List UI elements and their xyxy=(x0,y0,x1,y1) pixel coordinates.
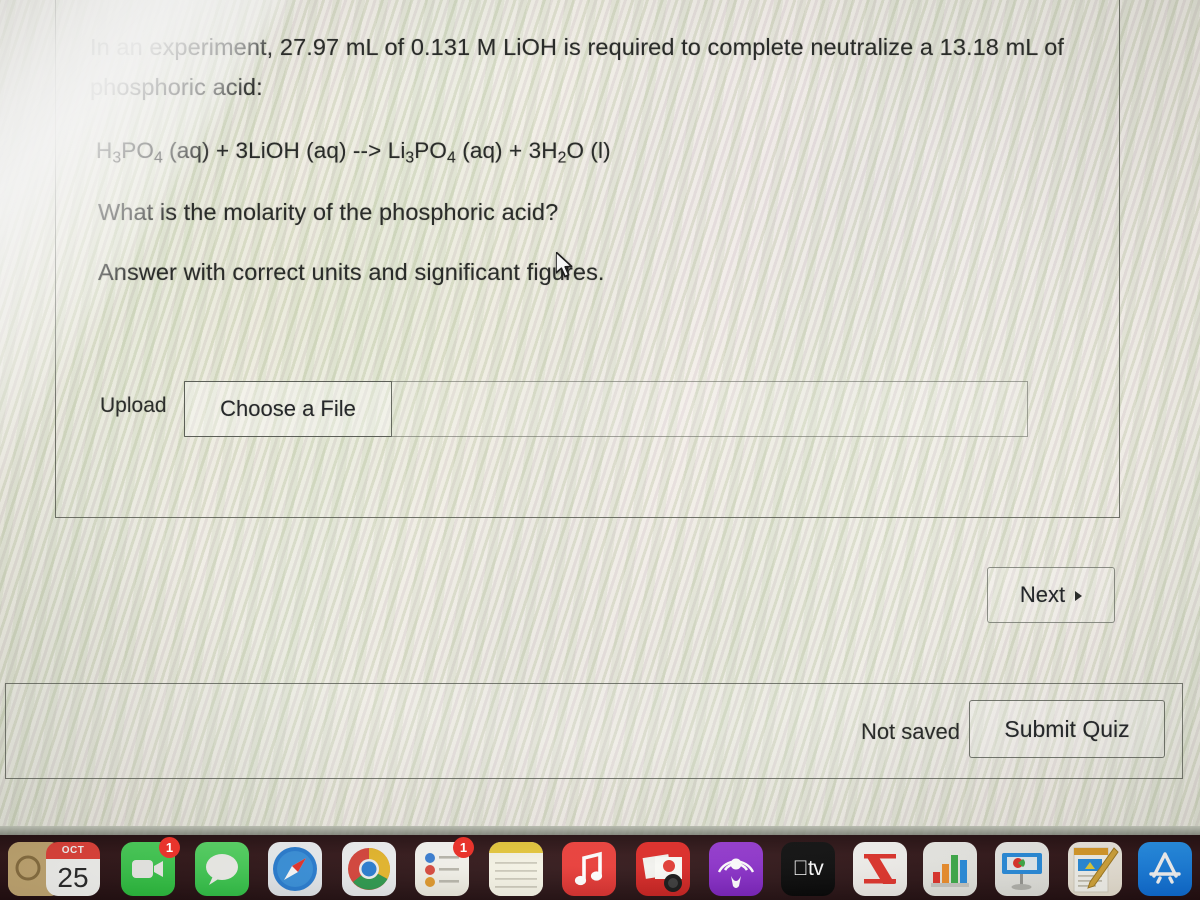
upload-label: Upload xyxy=(100,394,167,417)
submit-quiz-button[interactable]: Submit Quiz xyxy=(969,700,1165,758)
dock-item-numbers[interactable] xyxy=(923,842,977,896)
chrome-icon xyxy=(342,842,396,896)
dock-item-music[interactable] xyxy=(562,842,616,896)
facetime-badge: 1 xyxy=(159,837,180,858)
calendar-icon: OCT 25 xyxy=(46,842,100,896)
messages-icon xyxy=(195,842,249,896)
dock-item-apple-tv[interactable]: tv xyxy=(781,842,835,896)
equation-part-4: PO xyxy=(414,138,448,163)
equation-part-6: O (l) xyxy=(566,138,611,163)
news-icon xyxy=(853,842,907,896)
quiz-page: In an experiment, 27.97 mL of 0.131 M Li… xyxy=(0,0,1200,845)
safari-icon xyxy=(268,842,322,896)
equation-part-1: H xyxy=(96,138,113,163)
question-prompt-line-2: What is the molarity of the phosphoric a… xyxy=(98,199,559,225)
equation-sub-2: 4 xyxy=(153,149,163,167)
calendar-day: 25 xyxy=(46,859,100,896)
numbers-icon xyxy=(923,842,977,896)
question-prompt-line-1: In an experiment, 27.97 mL of 0.131 M Li… xyxy=(90,34,1064,100)
next-button-label: Next xyxy=(1019,582,1066,607)
photos-icon xyxy=(636,842,690,896)
reminders-badge: 1 xyxy=(453,837,474,858)
calendar-month: OCT xyxy=(46,842,100,860)
dock-item-calendar[interactable]: OCT 25 xyxy=(46,842,100,896)
dock-item-facetime[interactable]: 1 xyxy=(121,837,180,896)
keynote-icon xyxy=(995,842,1049,896)
choose-a-file-button[interactable]: Choose a File xyxy=(184,381,392,437)
podcasts-icon xyxy=(709,842,763,896)
dock-icon-row: OCT 25 1 1 tv xyxy=(0,835,1200,900)
dock-item-messages[interactable] xyxy=(195,842,249,896)
equation-part-5: (aq) + 3H xyxy=(455,138,558,163)
dock-item-keynote[interactable] xyxy=(995,842,1049,896)
monitor-bezel-edge xyxy=(0,826,1200,835)
equation-part-2: PO xyxy=(121,138,154,163)
dock-item-pages[interactable] xyxy=(1068,842,1122,896)
equation-sub-3: 3 xyxy=(405,149,415,167)
macos-dock: OCT 25 1 1 tv xyxy=(0,835,1200,900)
notes-icon xyxy=(489,842,543,896)
equation-part-3: (aq) + 3LiOH (aq) --> Li xyxy=(162,138,406,163)
dock-item-safari[interactable] xyxy=(268,842,322,896)
dock-item-notes[interactable] xyxy=(489,842,543,896)
dock-item-reminders[interactable]: 1 xyxy=(415,837,474,896)
next-question-button[interactable]: Next xyxy=(987,567,1115,623)
apple-tv-label: tv xyxy=(793,857,824,880)
save-status-text: Not saved xyxy=(860,719,960,744)
pages-icon xyxy=(1068,842,1122,896)
equation-sub-1: 3 xyxy=(112,149,122,167)
equation-sub-4: 4 xyxy=(447,149,456,167)
screenshot-root: In an experiment, 27.97 mL of 0.131 M Li… xyxy=(0,0,1200,900)
dock-item-news[interactable] xyxy=(853,842,907,896)
dock-item-chrome[interactable] xyxy=(342,842,396,896)
quiz-status-bar: Not saved Submit Quiz xyxy=(5,683,1183,779)
app-store-icon xyxy=(1138,842,1192,896)
caret-right-icon xyxy=(1075,590,1083,601)
music-note-icon xyxy=(562,842,616,896)
dock-item-photos[interactable] xyxy=(636,842,690,896)
apple-tv-icon: tv xyxy=(781,842,835,896)
dock-item-app-store[interactable] xyxy=(1138,842,1192,896)
question-prompt-line-3: Answer with correct units and significan… xyxy=(98,259,605,285)
chemical-equation: H3PO4 (aq) + 3LiOH (aq) --> Li3PO4 (aq) … xyxy=(96,131,796,178)
dock-item-podcasts[interactable] xyxy=(709,842,763,896)
